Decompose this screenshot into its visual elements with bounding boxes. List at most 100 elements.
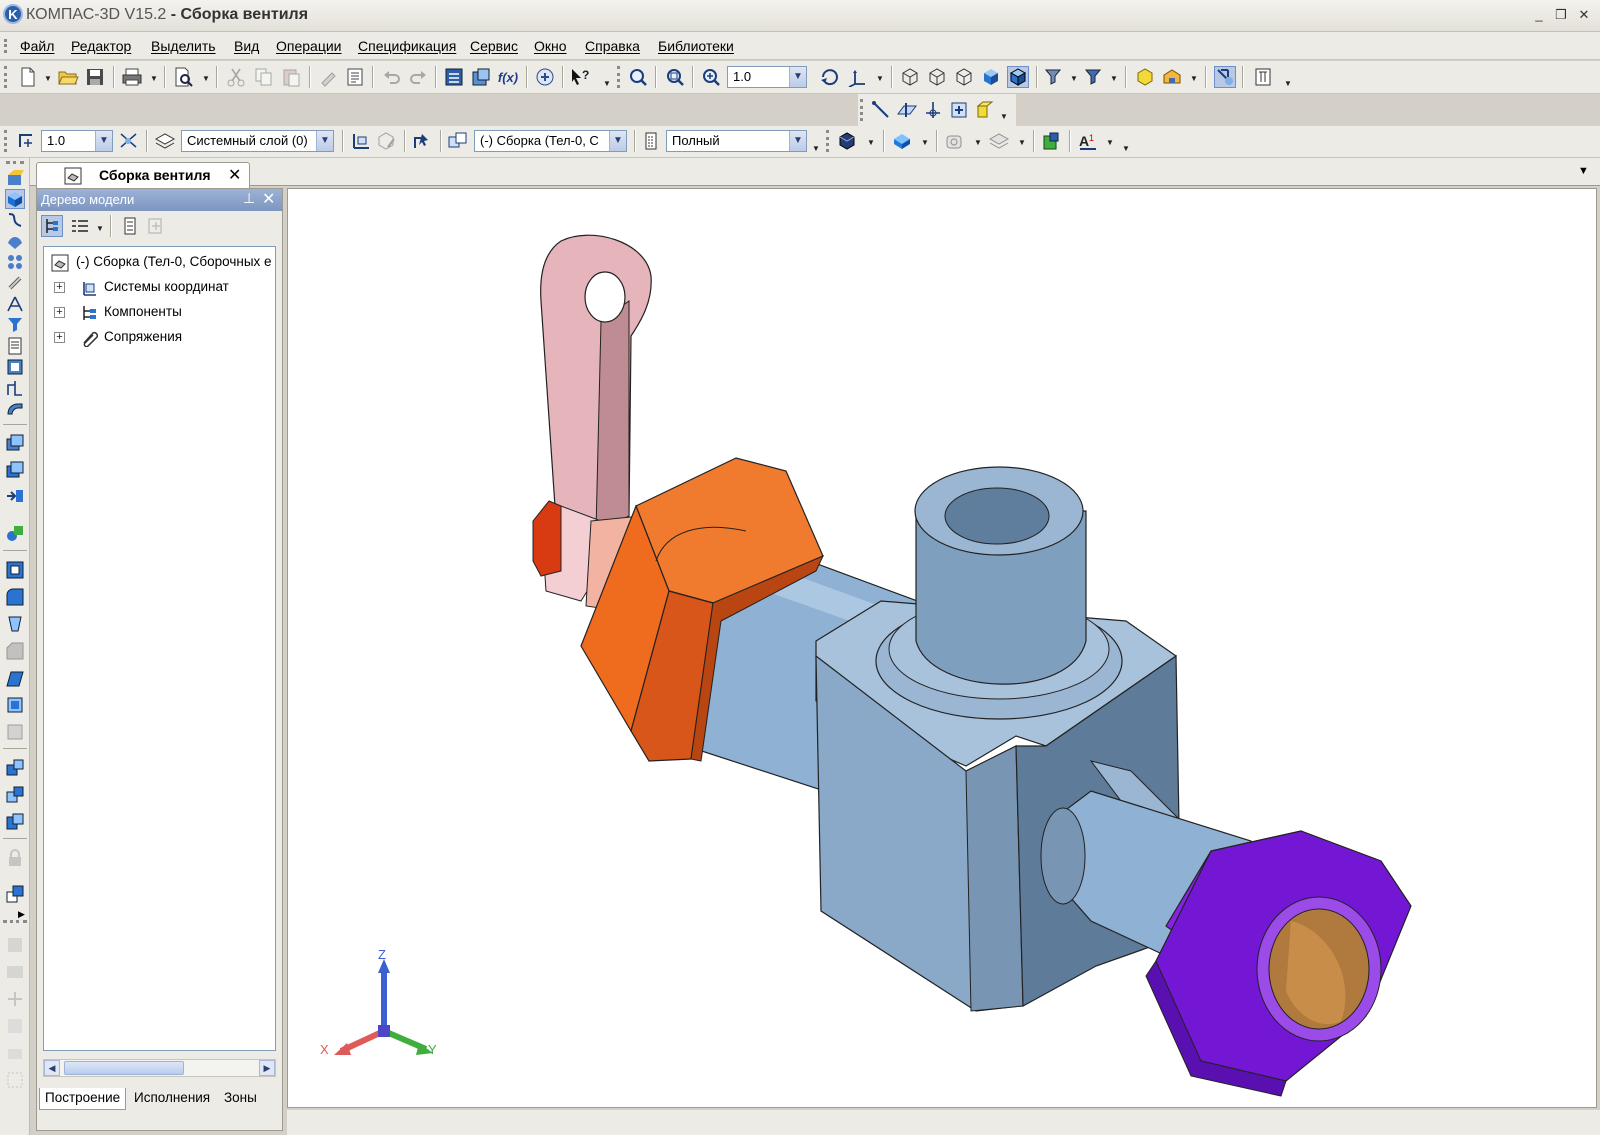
cursor-step-combo[interactable]: 1.0 ▼ (41, 130, 113, 152)
display-mode-combo[interactable]: Полный ▼ (666, 130, 807, 152)
menu-view[interactable]: Вид (234, 38, 259, 54)
line-segment-icon[interactable] (870, 99, 892, 121)
point-icon[interactable] (948, 99, 970, 121)
toolbar-grip[interactable] (6, 161, 24, 164)
preview-icon[interactable] (173, 66, 195, 88)
appearance-icon[interactable] (837, 130, 859, 152)
toolbar-grip[interactable] (4, 130, 7, 152)
chevron-down-icon[interactable]: ▼ (316, 131, 333, 151)
extrude-icon[interactable] (5, 432, 25, 452)
help-pointer-icon[interactable]: ? (569, 66, 591, 88)
appearance-dropdown-icon[interactable]: ▼ (867, 138, 875, 147)
properties-vertical-icon[interactable] (5, 1016, 25, 1036)
properties-icon[interactable] (344, 66, 366, 88)
surfaces-icon[interactable] (5, 231, 25, 251)
menu-service[interactable]: Сервис (470, 38, 518, 54)
fillet-icon[interactable] (5, 587, 25, 607)
preview-dropdown-icon[interactable]: ▼ (202, 74, 210, 83)
surface-icon[interactable] (974, 99, 996, 121)
zoom-fit-icon[interactable] (664, 66, 686, 88)
library-manager-icon[interactable] (470, 66, 492, 88)
specification-icon[interactable] (5, 336, 25, 356)
auxiliary-geometry-icon[interactable] (5, 294, 25, 314)
menu-libraries[interactable]: Библиотеки (658, 38, 734, 54)
menu-file[interactable]: Файл (20, 38, 54, 54)
cut-icon[interactable] (225, 66, 247, 88)
analysis-icon[interactable] (5, 935, 25, 955)
color-dropdown-icon[interactable]: ▼ (921, 138, 929, 147)
valve-assembly-model[interactable] (288, 189, 1598, 1109)
mirror-icon[interactable] (5, 758, 25, 778)
tree-item-components[interactable]: + Компоненты (44, 302, 275, 324)
new-dropdown-icon[interactable]: ▼ (44, 74, 52, 83)
tree-rebuild-icon[interactable] (145, 215, 167, 237)
hole-icon[interactable] (5, 614, 25, 634)
zoom-window-icon[interactable] (627, 66, 649, 88)
mass-properties-icon[interactable] (1041, 130, 1063, 152)
text-style-dropdown-icon[interactable]: ▼ (1106, 138, 1114, 147)
undo-icon[interactable] (381, 66, 403, 88)
close-button[interactable]: ✕ (1575, 6, 1593, 24)
save-icon[interactable] (84, 66, 106, 88)
chamfer-icon[interactable] (5, 641, 25, 661)
redo-icon[interactable] (407, 66, 429, 88)
rotate-icon[interactable] (819, 66, 841, 88)
scroll-right-icon[interactable]: ▶ (259, 1060, 275, 1076)
top-boss[interactable] (875, 466, 1123, 720)
thin-hidden-lines-icon[interactable] (953, 66, 975, 88)
tree-horizontal-scrollbar[interactable]: ◀ ▶ (43, 1059, 276, 1077)
select-parts-icon[interactable] (412, 130, 434, 152)
collision-check-icon[interactable] (5, 812, 25, 832)
filter-dropdown-icon[interactable]: ▼ (1070, 74, 1078, 83)
component-from-file-icon[interactable] (5, 523, 25, 543)
print-icon[interactable] (121, 66, 143, 88)
section-icon[interactable] (1161, 66, 1183, 88)
color-icon[interactable] (891, 130, 913, 152)
plane-icon[interactable] (896, 99, 918, 121)
solid-operations-icon[interactable] (5, 189, 25, 209)
menu-select[interactable]: Выделить (151, 38, 216, 54)
step-icon[interactable] (15, 130, 37, 152)
restore-button[interactable]: ❐ (1552, 6, 1570, 24)
selection-box-icon[interactable] (5, 1070, 25, 1090)
menu-help[interactable]: Справка (585, 38, 640, 54)
tab-assembly-document[interactable]: Сборка вентиля ✕ (36, 162, 250, 188)
draft-icon[interactable] (5, 722, 25, 742)
expand-icon[interactable]: + (54, 282, 65, 293)
tab-zones[interactable]: Зоны (219, 1088, 262, 1110)
zoom-in-icon[interactable] (700, 66, 722, 88)
toolbar-grip[interactable] (860, 99, 863, 121)
manager-icon[interactable] (443, 66, 465, 88)
tabs-menu-chevron-icon[interactable]: ▼ (1578, 165, 1589, 177)
print-dropdown-icon[interactable]: ▼ (150, 74, 158, 83)
toolbar-overflow-icon[interactable]: ▼ (1122, 144, 1130, 153)
3d-viewport[interactable]: Z X Y (287, 188, 1597, 1108)
axis-icon[interactable] (922, 99, 944, 121)
cut-extrude-icon[interactable] (5, 560, 25, 580)
shell-icon[interactable] (5, 668, 25, 688)
layers-dropdown-icon[interactable]: ▼ (1018, 138, 1026, 147)
open-folder-icon[interactable] (57, 66, 79, 88)
layer-icon[interactable] (154, 130, 176, 152)
report-table-icon[interactable] (5, 962, 25, 982)
layers-display-icon[interactable] (988, 130, 1010, 152)
toolbar-overflow-icon[interactable]: ▼ (603, 79, 611, 88)
tree-item-coordinate-systems[interactable]: + Системы координат (44, 277, 275, 299)
toolbar-grip[interactable] (3, 920, 27, 923)
expand-icon[interactable]: + (54, 332, 65, 343)
paste-icon[interactable] (280, 66, 302, 88)
tree-properties-icon[interactable] (119, 215, 141, 237)
toolbar-grip[interactable] (826, 130, 829, 152)
shaded-edges-icon[interactable] (1007, 66, 1029, 88)
scroll-left-icon[interactable]: ◀ (44, 1060, 60, 1076)
close-panel-button[interactable]: ✕ (262, 189, 275, 209)
reports-icon[interactable] (5, 357, 25, 377)
selection-filter-dropdown-icon[interactable]: ▼ (1110, 74, 1118, 83)
snap-icon[interactable] (118, 130, 140, 152)
tab-executions[interactable]: Исполнения (129, 1088, 215, 1110)
add-item-icon[interactable] (5, 989, 25, 1009)
expand-icon[interactable]: + (54, 307, 65, 318)
format-brush-icon[interactable] (317, 66, 339, 88)
tree-item-mates[interactable]: + Сопряжения (44, 327, 275, 349)
spatial-curves-icon[interactable] (5, 210, 25, 230)
